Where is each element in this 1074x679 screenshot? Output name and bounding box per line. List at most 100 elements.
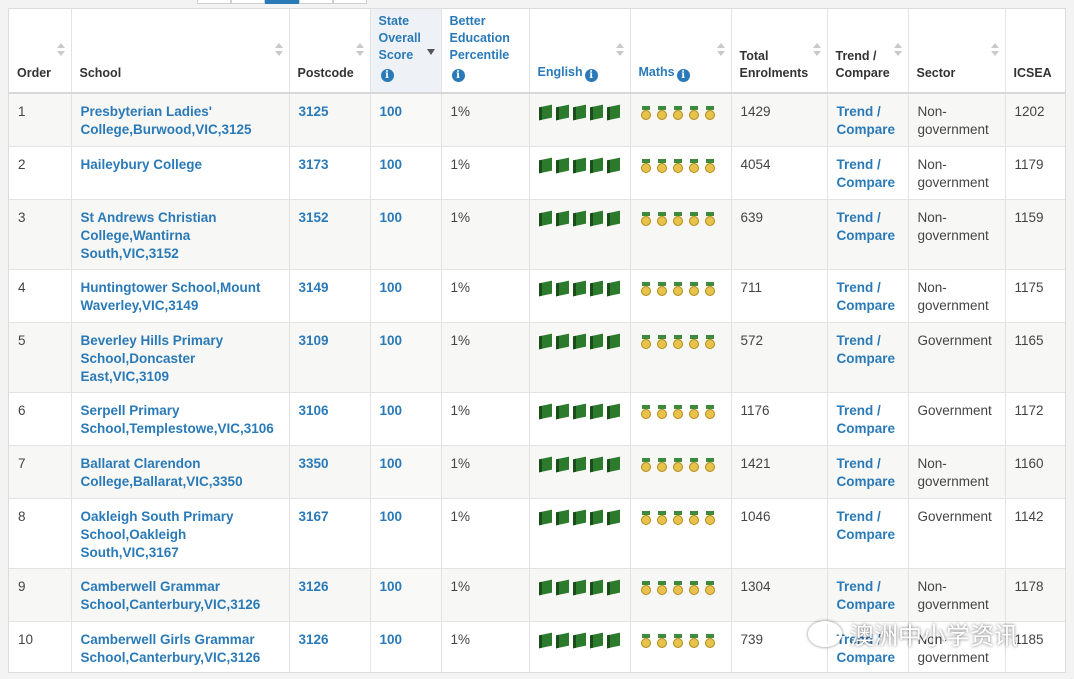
- info-icon[interactable]: i: [584, 69, 598, 82]
- page-button[interactable]: [231, 0, 265, 4]
- cell-state-score-link-text[interactable]: 100: [380, 210, 403, 225]
- page-button[interactable]: [333, 0, 367, 4]
- cell-school-link[interactable]: St Andrews Christian College,Wantirna So…: [71, 199, 290, 270]
- cell-postcode-link-text[interactable]: 3167: [299, 509, 329, 524]
- cell-state-score-link[interactable]: 100: [370, 93, 442, 147]
- cell-state-score-link[interactable]: 100: [370, 269, 442, 323]
- cell-postcode-link-text[interactable]: 3125: [299, 104, 329, 119]
- cell-trend-link[interactable]: Trend / Compare: [827, 322, 909, 393]
- cell-school-link[interactable]: Camberwell Girls Grammar School,Canterbu…: [71, 621, 290, 672]
- cell-postcode-link[interactable]: 3126: [289, 568, 371, 622]
- cell-school-link-text[interactable]: Camberwell Girls Grammar School,Canterbu…: [81, 632, 261, 665]
- cell-trend-link[interactable]: Trend / Compare: [827, 392, 909, 446]
- cell-trend-link[interactable]: Trend / Compare: [827, 568, 909, 622]
- sort-icon[interactable]: [812, 43, 821, 57]
- header-icsea[interactable]: ICSEA: [1005, 9, 1065, 94]
- cell-trend-link-text[interactable]: Trend / Compare: [837, 333, 896, 366]
- cell-school-link[interactable]: Ballarat Clarendon College,Ballarat,VIC,…: [71, 445, 290, 499]
- cell-trend-link[interactable]: Trend / Compare: [827, 498, 909, 569]
- sort-icon[interactable]: [615, 43, 624, 57]
- cell-school-link[interactable]: Haileybury College: [71, 146, 290, 200]
- cell-trend-link-text[interactable]: Trend / Compare: [837, 579, 896, 612]
- cell-postcode-link[interactable]: 3350: [289, 445, 371, 499]
- cell-state-score-link-text[interactable]: 100: [380, 579, 403, 594]
- sort-icon[interactable]: [355, 43, 364, 57]
- cell-postcode-link-text[interactable]: 3126: [299, 579, 329, 594]
- sort-icon[interactable]: [716, 43, 725, 57]
- cell-trend-link-text[interactable]: Trend / Compare: [837, 210, 896, 243]
- cell-school-link-text[interactable]: Presbyterian Ladies' College,Burwood,VIC…: [81, 104, 252, 137]
- info-icon[interactable]: i: [676, 69, 690, 82]
- cell-postcode-link[interactable]: 3126: [289, 621, 371, 672]
- cell-school-link-text[interactable]: Haileybury College: [81, 157, 203, 172]
- info-icon[interactable]: i: [451, 69, 465, 82]
- page-button[interactable]: [197, 0, 231, 4]
- cell-school-link[interactable]: Camberwell Grammar School,Canterbury,VIC…: [71, 568, 290, 622]
- cell-school-link[interactable]: Presbyterian Ladies' College,Burwood,VIC…: [71, 93, 290, 147]
- cell-school-link-text[interactable]: Serpell Primary School,Templestowe,VIC,3…: [81, 403, 274, 436]
- cell-postcode-link[interactable]: 3173: [289, 146, 371, 200]
- cell-school-link-text[interactable]: Beverley Hills Primary School,Doncaster …: [81, 333, 224, 384]
- cell-postcode-link-text[interactable]: 3109: [299, 333, 329, 348]
- page-button[interactable]: [299, 0, 333, 4]
- sort-icon[interactable]: [274, 43, 283, 57]
- cell-school-link-text[interactable]: Oakleigh South Primary School,Oakleigh S…: [81, 509, 234, 560]
- sort-icon[interactable]: [990, 43, 999, 57]
- cell-school-link[interactable]: Huntingtower School,Mount Waverley,VIC,3…: [71, 269, 290, 323]
- cell-state-score-link-text[interactable]: 100: [380, 280, 403, 295]
- header-better-education[interactable]: Better Education Percentile i: [441, 9, 530, 94]
- cell-state-score-link[interactable]: 100: [370, 568, 442, 622]
- info-icon[interactable]: i: [380, 69, 394, 82]
- cell-school-link[interactable]: Serpell Primary School,Templestowe,VIC,3…: [71, 392, 290, 446]
- cell-school-link-text[interactable]: Ballarat Clarendon College,Ballarat,VIC,…: [81, 456, 243, 489]
- cell-postcode-link[interactable]: 3149: [289, 269, 371, 323]
- sort-icon[interactable]: [893, 43, 902, 57]
- cell-postcode-link[interactable]: 3106: [289, 392, 371, 446]
- cell-trend-link-text[interactable]: Trend / Compare: [837, 509, 896, 542]
- cell-state-score-link-text[interactable]: 100: [380, 333, 403, 348]
- cell-postcode-link[interactable]: 3152: [289, 199, 371, 270]
- header-state-score[interactable]: State Overall Score i: [370, 9, 442, 94]
- cell-postcode-link-text[interactable]: 3149: [299, 280, 329, 295]
- cell-school-link-text[interactable]: Camberwell Grammar School,Canterbury,VIC…: [81, 579, 261, 612]
- header-sector[interactable]: Sector: [908, 9, 1006, 94]
- cell-state-score-link-text[interactable]: 100: [380, 403, 403, 418]
- cell-postcode-link-text[interactable]: 3173: [299, 157, 329, 172]
- cell-trend-link[interactable]: Trend / Compare: [827, 269, 909, 323]
- header-school[interactable]: School: [71, 9, 290, 94]
- header-order[interactable]: Order: [9, 9, 72, 94]
- cell-postcode-link-text[interactable]: 3106: [299, 403, 329, 418]
- cell-school-link-text[interactable]: Huntingtower School,Mount Waverley,VIC,3…: [81, 280, 261, 313]
- cell-trend-link-text[interactable]: Trend / Compare: [837, 456, 896, 489]
- cell-postcode-link[interactable]: 3167: [289, 498, 371, 569]
- cell-postcode-link[interactable]: 3125: [289, 93, 371, 147]
- cell-trend-link-text[interactable]: Trend / Compare: [837, 104, 896, 137]
- cell-trend-link[interactable]: Trend / Compare: [827, 445, 909, 499]
- cell-postcode-link-text[interactable]: 3126: [299, 632, 329, 647]
- header-trend[interactable]: Trend / Compare: [827, 9, 909, 94]
- cell-postcode-link-text[interactable]: 3152: [299, 210, 329, 225]
- header-total-enrolments[interactable]: Total Enrolments: [731, 9, 828, 94]
- cell-trend-link-text[interactable]: Trend / Compare: [837, 157, 896, 190]
- cell-postcode-link[interactable]: 3109: [289, 322, 371, 393]
- cell-school-link-text[interactable]: St Andrews Christian College,Wantirna So…: [81, 210, 217, 261]
- cell-trend-link[interactable]: Trend / Compare: [827, 199, 909, 270]
- cell-state-score-link[interactable]: 100: [370, 621, 442, 672]
- cell-state-score-link[interactable]: 100: [370, 498, 442, 569]
- header-english[interactable]: English i: [529, 9, 631, 94]
- cell-trend-link-text[interactable]: Trend / Compare: [837, 403, 896, 436]
- cell-state-score-link-text[interactable]: 100: [380, 456, 403, 471]
- cell-trend-link[interactable]: Trend / Compare: [827, 93, 909, 147]
- cell-state-score-link-text[interactable]: 100: [380, 157, 403, 172]
- cell-state-score-link[interactable]: 100: [370, 199, 442, 270]
- header-postcode[interactable]: Postcode: [289, 9, 371, 94]
- cell-state-score-link-text[interactable]: 100: [380, 104, 403, 119]
- cell-state-score-link-text[interactable]: 100: [380, 632, 403, 647]
- cell-trend-link[interactable]: Trend / Compare: [827, 146, 909, 200]
- page-button-active[interactable]: [265, 0, 299, 4]
- cell-state-score-link[interactable]: 100: [370, 445, 442, 499]
- cell-school-link[interactable]: Oakleigh South Primary School,Oakleigh S…: [71, 498, 290, 569]
- sort-desc-icon[interactable]: [426, 43, 435, 57]
- cell-school-link[interactable]: Beverley Hills Primary School,Doncaster …: [71, 322, 290, 393]
- sort-icon[interactable]: [56, 43, 65, 57]
